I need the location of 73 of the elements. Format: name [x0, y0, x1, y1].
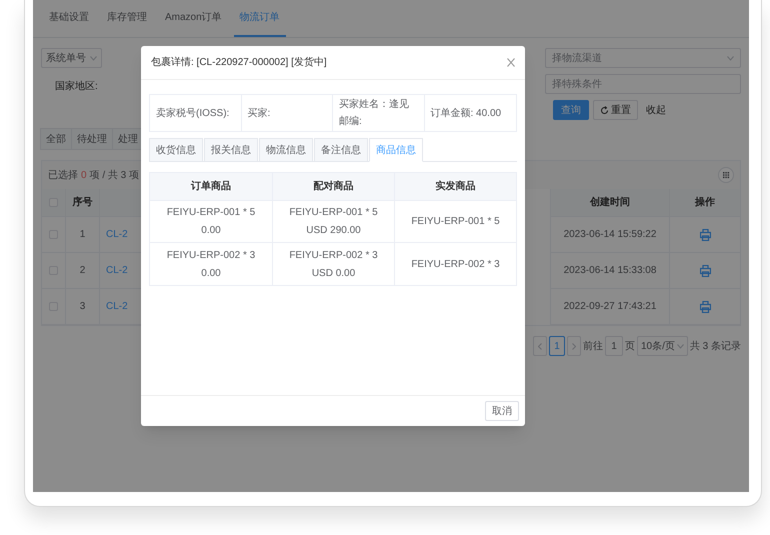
table-cell-text: 2022-09-27 17:43:21: [564, 300, 656, 314]
chevron-down-icon: [90, 56, 97, 60]
chevron-right-icon: [572, 342, 576, 350]
status-tab[interactable]: 全部: [40, 128, 72, 150]
table-cell-text: 0.00: [201, 224, 221, 238]
cancel-button[interactable]: 取消: [485, 401, 519, 421]
info-text: 卖家税号(IOSS):: [156, 106, 230, 120]
grid-icon[interactable]: [718, 167, 734, 183]
total-records: 共 3 条记录: [690, 340, 741, 354]
table-cell-text: 0.00: [201, 266, 221, 280]
page-unit: 页: [624, 340, 635, 354]
refresh-icon: [600, 106, 609, 114]
table-cell-text: 2: [80, 264, 86, 278]
dialog-tab[interactable]: 收货信息: [149, 138, 203, 162]
total-count: 项 / 共 3 项: [90, 168, 140, 182]
nav-tab[interactable]: 物流订单: [234, 0, 286, 37]
table-cell-text: FEIYU-ERP-002 * 3: [166, 248, 256, 262]
column-header: 订单商品: [191, 179, 231, 194]
printer-icon[interactable]: [700, 228, 710, 240]
table-cell-text: FEIYU-ERP-002 * 3: [411, 258, 500, 272]
table-cell-text: 2023-06-14 15:33:08: [564, 264, 656, 278]
info-text: 邮编:: [339, 114, 363, 129]
input-field[interactable]: 择特殊条件: [545, 74, 741, 94]
dialog-tab[interactable]: 备注信息: [314, 138, 368, 162]
collapse-link[interactable]: 收起: [642, 102, 670, 118]
table-cell-text: FEIYU-ERP-002 * 3: [289, 248, 378, 262]
column-header: 创建时间: [590, 196, 630, 210]
chevron-left-icon: [538, 342, 542, 350]
table-cell-text: FEIYU-ERP-001 * 5: [411, 215, 500, 229]
nav-tab[interactable]: 库存管理: [101, 0, 153, 37]
table-cell-text: FEIYU-ERP-001 * 5: [166, 206, 256, 220]
table-cell-text: USD 290.00: [306, 224, 361, 238]
column-header: 操作: [695, 196, 715, 210]
next-page-button[interactable]: [566, 336, 581, 356]
dialog-tab[interactable]: 报关信息: [204, 138, 258, 162]
chevron-down-icon: [676, 344, 684, 348]
dialog-tab[interactable]: 商品信息: [369, 138, 423, 162]
chevron-down-icon: [727, 56, 734, 60]
printer-icon[interactable]: [700, 300, 710, 312]
selected-count: 0: [81, 168, 87, 182]
column-header: 配对商品: [314, 179, 354, 194]
dialog-title: 包裹详情: [CL-220927-000002] [发货中]: [151, 56, 327, 70]
info-text: 买家姓名：逢见: [339, 98, 410, 112]
info-text: 订单金额: 40.00: [430, 106, 502, 120]
info-text: 买家:: [248, 106, 272, 120]
selected-label: 已选择: [48, 168, 78, 182]
column-header: 实发商品: [436, 179, 476, 194]
table-cell-text: USD 0.00: [312, 266, 356, 280]
status-tab[interactable]: 待处理: [71, 128, 113, 150]
field-label: 国家地区:: [55, 80, 98, 94]
page-button[interactable]: 1: [548, 336, 565, 356]
table-cell-text: 2023-06-14 15:59:22: [564, 228, 656, 242]
order-link[interactable]: CL-2: [106, 227, 128, 242]
nav-tab[interactable]: 基础设置: [43, 0, 95, 37]
table-cell-text: 1: [80, 228, 86, 242]
table-cell-text: 3: [80, 300, 86, 314]
previous-page-button[interactable]: [532, 336, 547, 356]
close-icon[interactable]: [507, 58, 515, 67]
select-field[interactable]: 择物流渠道: [545, 48, 741, 68]
search-button[interactable]: 查询: [553, 100, 589, 120]
dialog-tab[interactable]: 物流信息: [259, 138, 313, 162]
select-field[interactable]: 系统单号: [41, 48, 102, 68]
status-tab[interactable]: 处理: [112, 128, 144, 150]
order-link[interactable]: CL-2: [106, 263, 128, 278]
nav-tab[interactable]: Amazon订单: [159, 0, 228, 37]
page-input[interactable]: 1: [604, 336, 623, 356]
page-size-select[interactable]: 10条/页: [636, 336, 688, 356]
table-cell-text: FEIYU-ERP-001 * 5: [289, 206, 378, 220]
column-header: 序号: [72, 195, 92, 210]
order-link[interactable]: CL-2: [106, 299, 128, 314]
reset-button[interactable]: 重置: [593, 100, 638, 120]
goto-label: 前往: [582, 340, 603, 354]
printer-icon[interactable]: [700, 264, 710, 276]
